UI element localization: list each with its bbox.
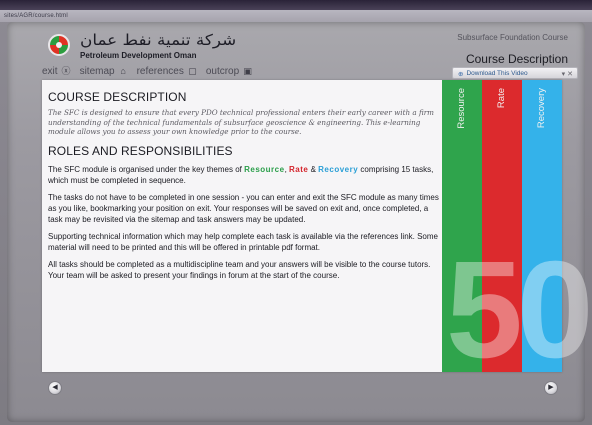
next-button[interactable]: ▶ — [544, 381, 558, 395]
download-video-label: Download This Video — [466, 70, 528, 77]
nav-exit[interactable]: exit ⓧ — [42, 66, 72, 77]
sessions-paragraph: The tasks do not have to be completed in… — [48, 192, 439, 224]
content-panel: COURSE DESCRIPTION The SFC is designed t… — [42, 80, 592, 387]
top-nav: exit ⓧ sitemap ⌂ references ▢ outcrop ▣ — [42, 64, 253, 78]
references-paragraph: Supporting technical information which m… — [48, 231, 438, 252]
rate-bar-label: Rate — [496, 88, 507, 109]
roles-heading: ROLES AND RESPONSIBILITIES — [48, 143, 233, 158]
nav-references[interactable]: references ▢ — [137, 66, 198, 77]
themes-graphic: Resource Rate Recovery 50 — [442, 80, 592, 387]
download-controls-icon[interactable]: ▾ ✕ — [562, 70, 577, 78]
address-bar[interactable]: sites/AGR/course.html — [0, 10, 592, 22]
course-name: Subsurface Foundation Course — [457, 33, 568, 42]
keyword-recovery: Recovery — [318, 164, 359, 174]
window-title-bar — [0, 0, 592, 10]
pdo-logo-icon — [48, 34, 70, 56]
nav-outcrop-label: outcrop — [205, 65, 240, 77]
arrow-right-icon: ▶ — [548, 384, 554, 391]
rate-bar: Rate — [482, 80, 522, 372]
nav-outcrop[interactable]: outcrop ▣ — [206, 66, 253, 77]
nav-sitemap-label: sitemap — [79, 65, 115, 77]
video-icon: ⊕ — [458, 70, 464, 78]
description-column: COURSE DESCRIPTION The SFC is designed t… — [48, 90, 440, 281]
keyword-separator-2: & — [308, 164, 319, 174]
teamwork-paragraph: All tasks should be completed as a multi… — [48, 259, 431, 280]
themes-paragraph: The SFC module is organised under the ke… — [48, 164, 440, 186]
nav-exit-label: exit — [42, 65, 58, 77]
image-icon: ▣ — [243, 65, 252, 76]
document-icon: ▢ — [188, 65, 197, 76]
resource-bar: Resource — [442, 80, 482, 372]
keyword-resource: Resource — [244, 164, 285, 174]
section-title: Course Description — [465, 52, 568, 66]
download-video-button[interactable]: ⊕ Download This Video ▾ ✕ — [452, 67, 578, 79]
keyword-rate: Rate — [289, 164, 309, 174]
arrow-left-icon: ◀ — [52, 384, 58, 391]
course-intro-text: The SFC is designed to ensure that every… — [48, 108, 434, 137]
course-description-heading: COURSE DESCRIPTION — [48, 90, 187, 104]
recovery-bar: Recovery — [522, 80, 562, 372]
resource-bar-label: Resource — [456, 88, 467, 129]
exit-icon: ⓧ — [61, 65, 71, 76]
logo-english-text: Petroleum Development Oman — [80, 51, 197, 60]
logo-arabic-text: شركة تنمية نفط عمان — [80, 31, 237, 49]
nav-references-label: references — [136, 65, 184, 77]
home-icon: ⌂ — [120, 65, 126, 76]
previous-button[interactable]: ◀ — [48, 381, 62, 395]
themes-text-before: The SFC module is organised under the ke… — [48, 164, 245, 174]
nav-sitemap[interactable]: sitemap ⌂ — [80, 66, 129, 77]
recovery-bar-label: Recovery — [536, 88, 547, 129]
